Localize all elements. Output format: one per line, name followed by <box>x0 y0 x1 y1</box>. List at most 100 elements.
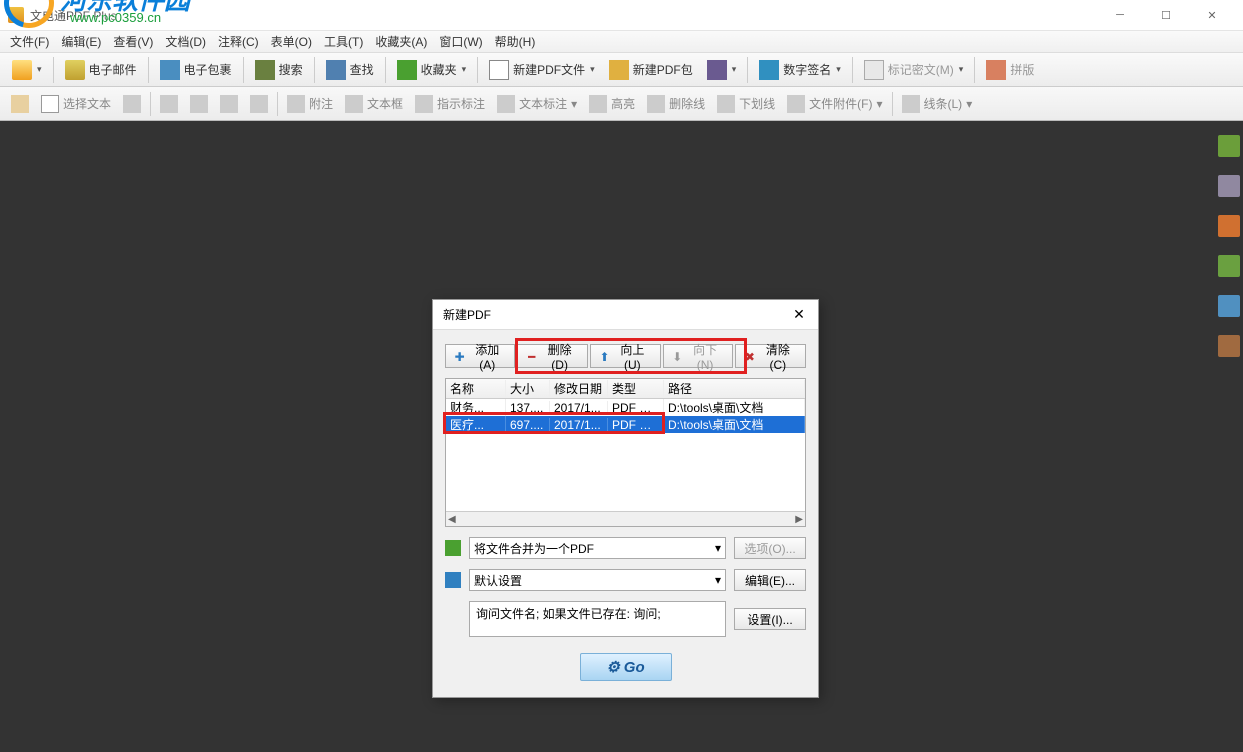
minus-icon: ━ <box>526 350 537 362</box>
find-button[interactable]: 查找 <box>320 56 380 84</box>
table-body[interactable]: 财务... 137.... 2017/1... PDF 文件 D:\tools\… <box>446 399 805 511</box>
open-button[interactable]: ▾ <box>6 56 48 84</box>
panel-person-icon[interactable] <box>1218 255 1240 277</box>
star-icon <box>397 60 417 80</box>
right-side-panel <box>1215 121 1243 752</box>
table-row[interactable]: 财务... 137.... 2017/1... PDF 文件 D:\tools\… <box>446 399 805 416</box>
textmark-button[interactable]: 文本标注▾ <box>492 90 582 118</box>
redact-button[interactable]: 标记密文(M)▾ <box>858 56 970 84</box>
imposition-label: 拼版 <box>1010 61 1034 78</box>
new-file-icon <box>489 60 509 80</box>
move-down-button[interactable]: ⬇向下(N) <box>663 344 734 368</box>
attachment-icon <box>787 95 805 113</box>
redact-label: 标记密文(M) <box>888 61 954 78</box>
menu-file[interactable]: 文件(F) <box>4 33 55 50</box>
minimize-button[interactable]: ─ <box>1097 0 1143 31</box>
menu-comment[interactable]: 注释(C) <box>212 33 265 50</box>
delete-button[interactable]: ━删除(D) <box>517 344 588 368</box>
toolbar-main: ▾ 电子邮件 电子包裹 搜索 查找 收藏夹▾ 新建PDF文件▾ 新建PDF包 ▾… <box>0 53 1243 87</box>
undo-button[interactable] <box>215 90 243 118</box>
sign-label: 数字签名 <box>783 61 831 78</box>
menu-document[interactable]: 文档(D) <box>159 33 212 50</box>
menu-tool[interactable]: 工具(T) <box>318 33 369 50</box>
move-up-button[interactable]: ⬆向上(U) <box>590 344 661 368</box>
new-pdf-package-button[interactable]: 新建PDF包 <box>603 56 699 84</box>
email-button[interactable]: 电子邮件 <box>59 56 143 84</box>
callout-icon <box>415 95 433 113</box>
callout-button[interactable]: 指示标注 <box>410 90 490 118</box>
note-button[interactable]: 附注 <box>282 90 338 118</box>
strikethrough-icon <box>647 95 665 113</box>
clear-button[interactable]: ✖清除(C) <box>735 344 806 368</box>
hand-tool-button[interactable] <box>6 90 34 118</box>
merge-mode-select[interactable]: 将文件合并为一个PDF▾ <box>469 537 726 559</box>
options-button[interactable]: 选项(O)... <box>734 537 806 559</box>
go-button[interactable]: ⚙ Go <box>580 653 672 681</box>
preset-select[interactable]: 默认设置▾ <box>469 569 726 591</box>
nav-back-button[interactable] <box>155 90 183 118</box>
menu-edit[interactable]: 编辑(E) <box>55 33 107 50</box>
col-type[interactable]: 类型 <box>608 380 664 397</box>
snapshot-button[interactable] <box>118 90 146 118</box>
note-icon <box>287 95 305 113</box>
find-icon <box>326 60 346 80</box>
panel-picture-icon[interactable] <box>1218 335 1240 357</box>
favorites-button[interactable]: 收藏夹▾ <box>391 56 473 84</box>
redo-button[interactable] <box>245 90 273 118</box>
menu-view[interactable]: 查看(V) <box>107 33 159 50</box>
menu-help[interactable]: 帮助(H) <box>489 33 542 50</box>
file-attach-button[interactable]: 文件附件(F)▾ <box>782 90 887 118</box>
panel-icon-1[interactable] <box>1218 135 1240 157</box>
search-label: 搜索 <box>279 61 303 78</box>
search-button[interactable]: 搜索 <box>249 56 309 84</box>
panel-lock-icon[interactable] <box>1218 175 1240 197</box>
hand-icon <box>11 95 29 113</box>
separator <box>53 57 54 83</box>
settings-button[interactable]: 设置(I)... <box>734 608 806 630</box>
col-path[interactable]: 路径 <box>664 380 805 397</box>
highlight-button[interactable]: 高亮 <box>584 90 640 118</box>
textbox-button[interactable]: 文本框 <box>340 90 408 118</box>
separator <box>277 92 278 116</box>
clear-icon: ✖ <box>744 350 755 362</box>
line-button[interactable]: 线条(L)▾ <box>897 90 978 118</box>
menu-favorite[interactable]: 收藏夹(A) <box>369 33 433 50</box>
content-area: 新建PDF ✕ ✚添加(A) ━删除(D) ⬆向上(U) ⬇向下(N) ✖清除(… <box>0 121 1243 752</box>
nav-fwd-button[interactable] <box>185 90 213 118</box>
sign-button[interactable]: 数字签名▾ <box>753 56 847 84</box>
table-row[interactable]: 医疗... 697.... 2017/1... PDF 文件 D:\tools\… <box>446 416 805 433</box>
add-button[interactable]: ✚添加(A) <box>445 344 515 368</box>
strike-button[interactable]: 删除线 <box>642 90 710 118</box>
panel-bookmark-icon[interactable] <box>1218 215 1240 237</box>
select-text-button[interactable]: 选择文本 <box>36 90 116 118</box>
package-icon <box>160 60 180 80</box>
menu-window[interactable]: 窗口(W) <box>433 33 488 50</box>
app-icon <box>8 7 24 23</box>
panel-icon-5[interactable] <box>1218 295 1240 317</box>
col-size[interactable]: 大小 <box>506 380 550 397</box>
dialog-close-button[interactable]: ✕ <box>790 306 808 323</box>
separator <box>148 57 149 83</box>
menu-form[interactable]: 表单(O) <box>265 33 318 50</box>
textmark-label: 文本标注 <box>519 95 567 112</box>
security-button[interactable]: ▾ <box>701 56 743 84</box>
maximize-button[interactable]: ☐ <box>1143 0 1189 31</box>
lock-icon <box>707 60 727 80</box>
close-button[interactable]: ✕ <box>1189 0 1235 31</box>
edit-button[interactable]: 编辑(E)... <box>734 569 806 591</box>
file-table: 名称 大小 修改日期 类型 路径 财务... 137.... 2017/1...… <box>445 378 806 527</box>
col-date[interactable]: 修改日期 <box>550 380 608 397</box>
note-label: 附注 <box>309 95 333 112</box>
new-pdf-file-button[interactable]: 新建PDF文件▾ <box>483 56 601 84</box>
underline-button[interactable]: 下划线 <box>712 90 780 118</box>
horizontal-scrollbar[interactable]: ◀▶ <box>446 511 805 526</box>
col-name[interactable]: 名称 <box>446 380 506 397</box>
separator <box>243 57 244 83</box>
toolbar-annotate: 选择文本 附注 文本框 指示标注 文本标注▾ 高亮 删除线 下划线 文件附件(F… <box>0 87 1243 121</box>
epackage-button[interactable]: 电子包裹 <box>154 56 238 84</box>
separator <box>747 57 748 83</box>
new-pdf-package-label: 新建PDF包 <box>633 61 693 78</box>
dialog-button-row: ✚添加(A) ━删除(D) ⬆向上(U) ⬇向下(N) ✖清除(C) <box>445 344 806 368</box>
separator <box>385 57 386 83</box>
imposition-button[interactable]: 拼版 <box>980 56 1040 84</box>
